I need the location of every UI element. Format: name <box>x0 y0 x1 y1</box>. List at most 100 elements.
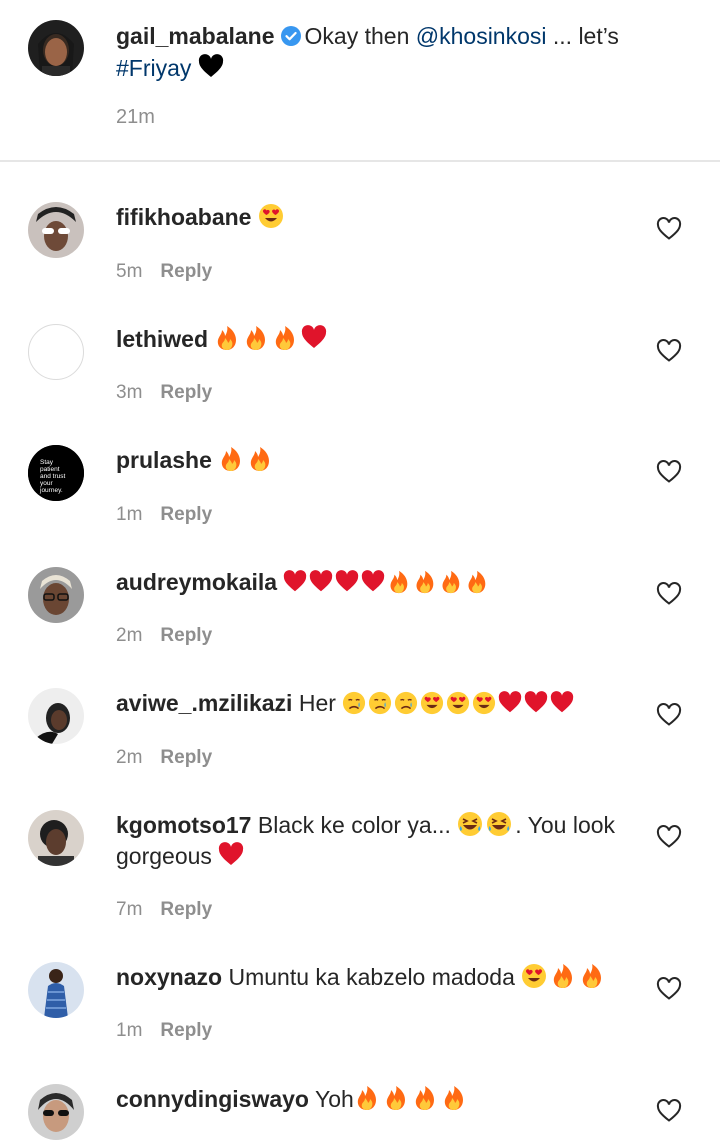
comment-avatar[interactable] <box>28 810 84 866</box>
heart-eyes-icon <box>446 691 470 715</box>
fire-icon <box>247 446 273 472</box>
caption-text-before: Okay then <box>304 23 416 49</box>
comment-avatar[interactable]: Stay patient and trust your journey. <box>28 445 84 501</box>
post-caption: gail_mabalane Okay then @khosinkosi ... l… <box>0 0 720 162</box>
fire-icon <box>387 570 411 594</box>
svg-text:Stay: Stay <box>40 459 54 466</box>
comment-row: aviwe_.mzilikazi Her 2m Reply <box>0 668 720 778</box>
like-heart-icon[interactable] <box>656 1099 682 1123</box>
heart-eyes-icon <box>420 691 444 715</box>
comment-username[interactable]: prulashe <box>116 447 212 473</box>
caption-avatar[interactable] <box>28 20 84 76</box>
comment-avatar[interactable] <box>28 688 84 744</box>
crying-face-icon <box>394 691 418 715</box>
comment-username[interactable]: kgomotso17 <box>116 812 251 838</box>
comment-row: fifikhoabane 5m Reply <box>0 182 720 292</box>
reply-button[interactable]: Reply <box>160 1020 212 1041</box>
comment-text: Her <box>298 690 343 716</box>
fire-icon <box>243 325 269 351</box>
laughing-icon <box>457 811 483 837</box>
caption-username[interactable]: gail_mabalane <box>116 23 275 49</box>
red-heart-icon <box>524 691 548 715</box>
fire-icon <box>550 963 576 989</box>
fire-icon <box>465 570 489 594</box>
fire-icon <box>214 325 240 351</box>
comment-row: audreymokaila 2m Reply <box>0 547 720 657</box>
like-heart-icon[interactable] <box>656 703 682 727</box>
reply-button[interactable]: Reply <box>160 747 212 768</box>
comment-row: kgomotso17 Black ke color ya... . You lo… <box>0 790 720 930</box>
verified-badge-icon <box>280 26 301 46</box>
red-heart-icon <box>283 570 307 594</box>
black-heart-icon <box>198 54 223 77</box>
like-heart-icon[interactable] <box>656 582 682 606</box>
comment-row: connydingiswayo Yoh <box>0 1064 720 1144</box>
comment-text: Black ke color ya... <box>257 812 458 838</box>
comment-timestamp: 1m <box>116 504 143 525</box>
red-heart-icon <box>301 325 327 351</box>
like-heart-icon[interactable] <box>656 460 682 484</box>
comment-username[interactable]: audreymokaila <box>116 569 277 595</box>
comment-text: Umuntu ka kabzelo madoda <box>228 964 522 990</box>
fire-icon <box>579 963 605 989</box>
svg-text:patient: patient <box>40 466 60 473</box>
comment-timestamp: 1m <box>116 1020 143 1041</box>
fire-icon <box>383 1085 409 1111</box>
fire-icon <box>441 1085 467 1111</box>
comment-timestamp: 5m <box>116 261 143 282</box>
crying-face-icon <box>342 691 366 715</box>
comment-avatar[interactable] <box>28 962 84 1018</box>
caption-text-after: ... let’s <box>546 23 619 49</box>
comment-avatar[interactable] <box>28 324 84 380</box>
mention-link[interactable]: @khosinkosi <box>416 23 547 49</box>
svg-text:journey.: journey. <box>39 487 63 494</box>
red-heart-icon <box>309 570 333 594</box>
red-heart-icon <box>335 570 359 594</box>
comment-avatar[interactable] <box>28 1084 84 1140</box>
comment-username[interactable]: noxynazo <box>116 964 222 990</box>
red-heart-icon <box>218 842 244 868</box>
heart-eyes-icon <box>258 203 284 229</box>
reply-button[interactable]: Reply <box>160 261 212 282</box>
hashtag-link[interactable]: #Friyay <box>116 55 191 81</box>
laughing-icon <box>486 811 512 837</box>
heart-eyes-icon <box>521 963 547 989</box>
comment-username[interactable]: connydingiswayo <box>116 1086 309 1112</box>
comment-avatar[interactable] <box>28 202 84 258</box>
svg-text:your: your <box>40 480 53 487</box>
caption-timestamp: 21m <box>116 106 155 128</box>
comment-timestamp: 3m <box>116 382 143 403</box>
like-heart-icon[interactable] <box>656 217 682 241</box>
comment-timestamp: 2m <box>116 747 143 768</box>
reply-button[interactable]: Reply <box>160 382 212 403</box>
fire-icon <box>413 570 437 594</box>
comment-avatar[interactable] <box>28 567 84 623</box>
like-heart-icon[interactable] <box>656 977 682 1001</box>
comment-row: Stay patient and trust your journey. prulash… <box>0 425 720 535</box>
comment-timestamp: 2m <box>116 625 143 646</box>
comment-row: noxynazo Umuntu ka kabzelo madoda 1m Repl… <box>0 942 720 1052</box>
crying-face-icon <box>368 691 392 715</box>
svg-text:and trust: and trust <box>40 473 65 480</box>
comment-username[interactable]: lethiwed <box>116 326 208 352</box>
red-heart-icon <box>498 691 522 715</box>
comment-username[interactable]: aviwe_.mzilikazi <box>116 690 292 716</box>
comment-text: Yoh <box>314 1086 354 1112</box>
caption-text: gail_mabalane Okay then @khosinkosi ... l… <box>116 20 696 84</box>
fire-icon <box>439 570 463 594</box>
like-heart-icon[interactable] <box>656 339 682 363</box>
fire-icon <box>272 325 298 351</box>
fire-icon <box>354 1085 380 1111</box>
fire-icon <box>412 1085 438 1111</box>
red-heart-icon <box>361 570 385 594</box>
heart-eyes-icon <box>472 691 496 715</box>
comment-row: lethiwed 3m Reply <box>0 304 720 414</box>
comment-username[interactable]: fifikhoabane <box>116 204 251 230</box>
red-heart-icon <box>550 691 574 715</box>
reply-button[interactable]: Reply <box>160 625 212 646</box>
like-heart-icon[interactable] <box>656 825 682 849</box>
fire-icon <box>218 446 244 472</box>
reply-button[interactable]: Reply <box>160 504 212 525</box>
comment-timestamp: 7m <box>116 899 143 920</box>
reply-button[interactable]: Reply <box>160 899 212 920</box>
